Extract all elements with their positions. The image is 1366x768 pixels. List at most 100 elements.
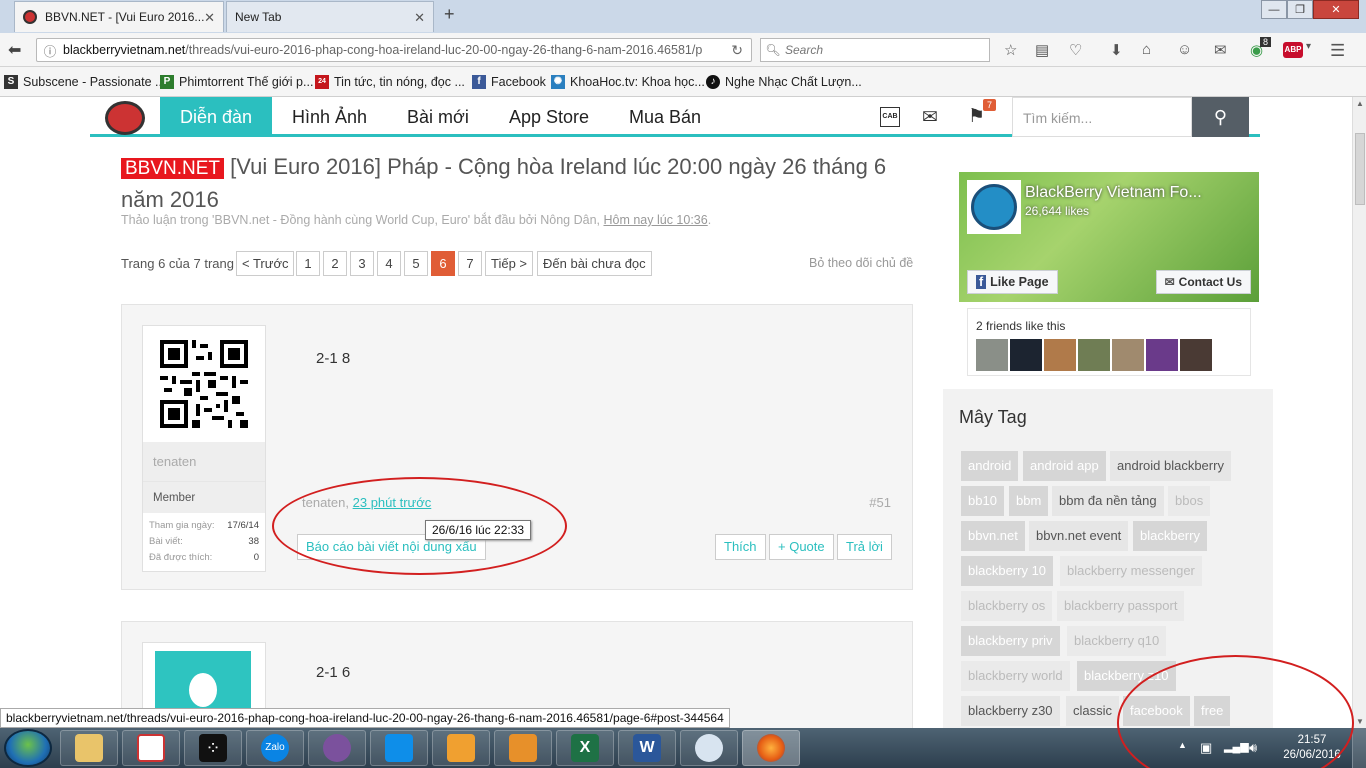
inbox-mail-icon[interactable]: ✉ xyxy=(922,106,938,129)
tag-item[interactable]: blackberry q10 xyxy=(1067,626,1167,656)
taskbar-excel[interactable]: X xyxy=(556,730,614,766)
bookmark-nghenhac[interactable]: ♪ Nghe Nhạc Chất Lượn... xyxy=(706,75,862,89)
show-desktop-button[interactable] xyxy=(1352,728,1366,768)
tag-item[interactable]: blackberry passport xyxy=(1057,591,1185,621)
bookmark-khoahoc[interactable]: ✺ KhoaHoc.tv: Khoa học... xyxy=(551,75,705,89)
pager-page-7[interactable]: 7 xyxy=(458,251,482,276)
close-tab-icon[interactable]: ✕ xyxy=(204,10,215,26)
nav-hinh-anh[interactable]: Hình Ảnh xyxy=(272,97,387,137)
bookmark-star-icon[interactable]: ☆ xyxy=(1004,41,1017,59)
tag-item[interactable]: android xyxy=(961,451,1019,481)
taskbar-media-player[interactable] xyxy=(494,730,552,766)
bookmark-24h[interactable]: 24 Tin tức, tin nóng, đọc ... xyxy=(315,75,465,89)
close-tab-icon[interactable]: ✕ xyxy=(414,10,425,26)
tag-item[interactable]: blackberry xyxy=(1133,521,1207,551)
unread-button[interactable]: Đến bài chưa đọc xyxy=(537,251,652,276)
friend-avatar[interactable] xyxy=(1112,339,1144,371)
nav-app-store[interactable]: App Store xyxy=(489,97,609,137)
tag-item[interactable]: bbos xyxy=(1168,486,1211,516)
pager-next-button[interactable]: Tiếp > xyxy=(485,251,534,276)
pager-page-1[interactable]: 1 xyxy=(296,251,320,276)
tag-item[interactable]: blackberry world xyxy=(961,661,1070,691)
tag-item[interactable]: android blackberry xyxy=(1110,451,1231,481)
friend-avatar[interactable] xyxy=(976,339,1008,371)
tag-item[interactable]: blackberry priv xyxy=(961,626,1060,656)
tag-item[interactable]: bbvn.net xyxy=(961,521,1025,551)
scroll-down-arrow-icon[interactable]: ▼ xyxy=(1356,717,1364,726)
adblock-plus-icon[interactable]: ABP xyxy=(1283,42,1303,58)
taskbar-firefox[interactable] xyxy=(742,730,800,766)
pager-page-6-current[interactable]: 6 xyxy=(431,251,455,276)
taskbar-word[interactable]: W xyxy=(618,730,676,766)
tab-bbvn[interactable]: BBVN.NET - [Vui Euro 2016... ✕ xyxy=(14,1,224,32)
menu-hamburger-icon[interactable]: ☰ xyxy=(1330,41,1345,61)
friend-avatar[interactable] xyxy=(1044,339,1076,371)
minimize-button[interactable]: — xyxy=(1261,0,1287,19)
taskbar-blackberry[interactable]: ⁘ xyxy=(184,730,242,766)
nav-dien-dan[interactable]: Diễn đàn xyxy=(160,97,273,137)
post-number[interactable]: #51 xyxy=(869,495,891,510)
thread-date[interactable]: Hôm nay lúc 10:36 xyxy=(603,213,707,227)
cab-icon[interactable]: CAB xyxy=(880,107,900,127)
tag-item[interactable]: blackberry messenger xyxy=(1060,556,1202,586)
reading-list-icon[interactable]: ▤ xyxy=(1035,41,1049,59)
tag-item[interactable]: bb10 xyxy=(961,486,1004,516)
download-icon[interactable]: ⬇ xyxy=(1110,41,1123,59)
bookmark-subscene[interactable]: S Subscene - Passionate ... xyxy=(4,75,165,89)
tab-new-tab[interactable]: New Tab ✕ xyxy=(226,1,434,32)
taskbar-explorer[interactable] xyxy=(60,730,118,766)
site-search-input[interactable]: Tìm kiếm... xyxy=(1012,97,1192,137)
taskbar-zalo[interactable]: Zalo xyxy=(246,730,304,766)
taskbar-teamviewer[interactable] xyxy=(370,730,428,766)
scroll-up-arrow-icon[interactable]: ▲ xyxy=(1356,99,1364,108)
avatar[interactable] xyxy=(143,326,265,442)
url-bar[interactable]: ⓘ blackberryvietnam.net/threads/vui-euro… xyxy=(36,38,752,62)
mail-icon[interactable]: ✉ xyxy=(1214,41,1227,59)
home-icon[interactable]: ⌂ xyxy=(1142,41,1151,58)
taskbar-unikey[interactable] xyxy=(122,730,180,766)
bbvn-logo-icon[interactable] xyxy=(105,101,145,135)
tag-item[interactable]: android app xyxy=(1023,451,1106,481)
taskbar-network-tool[interactable] xyxy=(680,730,738,766)
friend-avatar[interactable] xyxy=(1078,339,1110,371)
pocket-icon[interactable]: ♡ xyxy=(1069,41,1082,59)
nav-bai-moi[interactable]: Bài mới xyxy=(387,97,489,137)
tag-item[interactable]: blackberry z30 xyxy=(961,696,1060,726)
site-search-button[interactable]: ⚲ xyxy=(1192,97,1249,137)
tag-item[interactable]: blackberry 10 xyxy=(961,556,1054,586)
tag-item[interactable]: bbm đa nền tảng xyxy=(1052,486,1164,516)
windows-start-button[interactable] xyxy=(4,729,52,767)
pager-prev-button[interactable]: < Trước xyxy=(236,251,295,276)
tag-item[interactable]: classic xyxy=(1066,696,1120,726)
page-scrollbar[interactable]: ▲ ▼ xyxy=(1352,97,1366,728)
like-button[interactable]: Thích xyxy=(715,534,766,560)
pager-page-3[interactable]: 3 xyxy=(350,251,374,276)
dropdown-arrow-icon[interactable]: ▾ xyxy=(1306,41,1311,52)
reply-button[interactable]: Trả lời xyxy=(837,534,892,560)
facebook-contact-button[interactable]: ✉ Contact Us xyxy=(1155,270,1251,294)
tag-item[interactable]: bbvn.net event xyxy=(1029,521,1129,551)
new-tab-plus-icon[interactable]: + xyxy=(444,4,455,25)
browser-search-input[interactable]: 🔍︎ Search xyxy=(760,38,990,62)
chat-icon[interactable]: ☺ xyxy=(1177,41,1192,58)
friend-avatar[interactable] xyxy=(1010,339,1042,371)
close-window-button[interactable]: ✕ xyxy=(1313,0,1359,19)
pager-page-2[interactable]: 2 xyxy=(323,251,347,276)
pager-page-4[interactable]: 4 xyxy=(377,251,401,276)
post-username[interactable]: tenaten xyxy=(143,442,265,473)
facebook-like-page-button[interactable]: f Like Page xyxy=(967,270,1058,294)
facebook-page-logo[interactable] xyxy=(967,180,1021,234)
reload-icon[interactable]: ↻ xyxy=(731,42,743,59)
facebook-page-name[interactable]: BlackBerry Vietnam Fo... xyxy=(1025,184,1202,202)
bookmark-facebook[interactable]: f Facebook xyxy=(472,75,546,89)
tag-item[interactable]: blackberry os xyxy=(961,591,1053,621)
friend-avatar[interactable] xyxy=(1146,339,1178,371)
info-icon[interactable]: ⓘ xyxy=(37,41,63,60)
tag-item[interactable]: bbm xyxy=(1009,486,1049,516)
friend-avatar[interactable] xyxy=(1180,339,1212,371)
pager-page-5[interactable]: 5 xyxy=(404,251,428,276)
nav-mua-ban[interactable]: Mua Bán xyxy=(609,97,721,137)
maximize-button[interactable]: ❐ xyxy=(1287,0,1313,19)
thread-prefix-badge[interactable]: BBVN.NET xyxy=(121,158,225,179)
quote-button[interactable]: + Quote xyxy=(769,534,834,560)
